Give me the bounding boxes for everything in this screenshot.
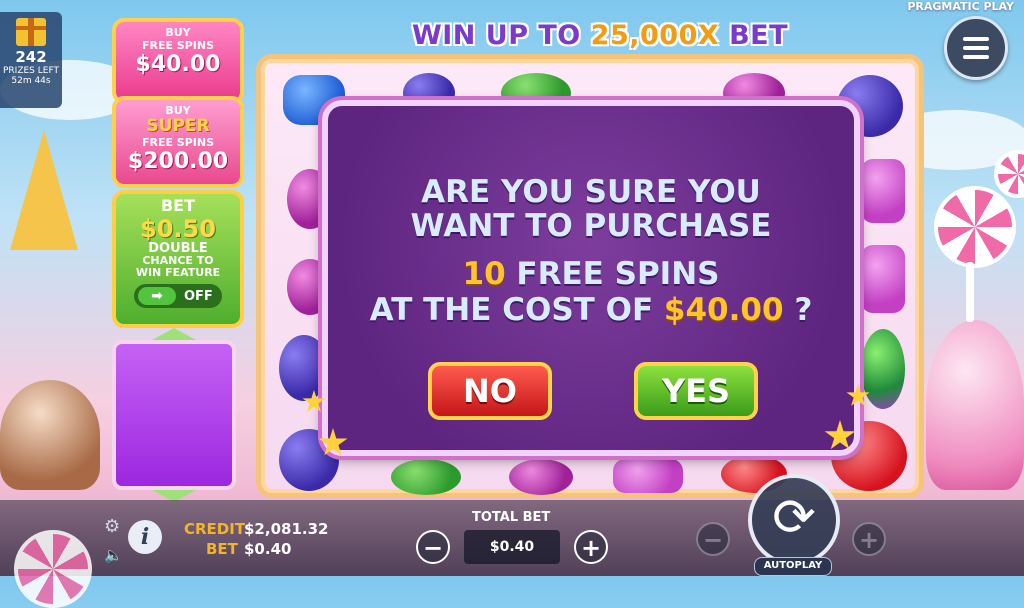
bomb-symbol (861, 329, 905, 409)
purchase-confirmation-dialog: ARE YOU SURE YOU WANT TO PURCHASE 10 FRE… (322, 100, 860, 456)
watermelon-symbol (391, 459, 461, 495)
toggle-state-label: OFF (184, 288, 213, 304)
scroll-up-arrow-icon (152, 328, 196, 340)
ante-bet-description: DOUBLE CHANCE TO WIN FEATURE (116, 242, 240, 279)
ante-bet-toggle[interactable]: ➡ OFF (134, 284, 222, 308)
buy-super-free-spins-button[interactable]: BUY SUPER FREE SPINS $200.00 (112, 96, 244, 188)
game-title-banner: WIN UP TO 25,000X BET (390, 20, 810, 54)
chocolate-decor (0, 380, 100, 490)
title-suffix: BET (719, 20, 789, 51)
side-feature-slot (112, 340, 236, 490)
ante-bet-title: BET (160, 196, 196, 215)
autoplay-decrease-button[interactable]: − (696, 522, 730, 556)
credit-value: $2,081.32 (244, 520, 329, 538)
cost-suffix: ? (783, 292, 813, 328)
dialog-question-line1: ARE YOU SURE YOU (421, 174, 761, 210)
total-bet-label: TOTAL BET (472, 510, 551, 525)
lollipop-stick-decor (966, 262, 974, 322)
super-label: SUPER (146, 116, 210, 136)
ante-bet-amount: $0.50 (140, 215, 216, 243)
purple-candy-symbol (861, 245, 905, 313)
ante-line3: WIN FEATURE (135, 266, 221, 279)
cost-prefix: AT THE COST OF (369, 292, 664, 328)
sound-speaker-icon[interactable]: 🔈 (104, 546, 123, 564)
info-button[interactable]: i (128, 520, 162, 554)
total-bet-value: $0.40 (464, 530, 560, 564)
lollipop-decor (934, 186, 1016, 268)
spins-text: FREE SPINS (505, 256, 720, 292)
title-prefix: WIN UP TO (411, 20, 591, 51)
dialog-cost-line: AT THE COST OF $40.00 ? (328, 292, 854, 328)
gift-icon (16, 18, 46, 46)
buy-free-spins-button[interactable]: BUY FREE SPINS $40.00 (112, 18, 244, 104)
prize-time-left: 52m 44s (11, 76, 51, 86)
free-spins-label: FREE SPINS (141, 136, 215, 149)
spin-button[interactable]: ⟳ (748, 474, 840, 566)
bet-value: $0.40 (244, 540, 292, 558)
decrease-bet-button[interactable]: − (416, 530, 450, 564)
autoplay-button[interactable]: AUTOPLAY (754, 557, 832, 576)
no-button[interactable]: NO (428, 362, 552, 420)
prize-count: 242 (15, 48, 47, 66)
menu-button[interactable] (944, 16, 1008, 80)
dialog-spins-line: 10 FREE SPINS (328, 256, 854, 292)
yes-button[interactable]: YES (634, 362, 758, 420)
increase-bet-button[interactable]: + (574, 530, 608, 564)
free-spins-label: FREE SPINS (141, 39, 215, 52)
buy-free-spins-price: $40.00 (135, 52, 221, 77)
purple-candy-symbol (613, 459, 683, 493)
dialog-question-line2: WANT TO PURCHASE (410, 208, 772, 244)
brand-logo: PRAGMATIC PLAY (907, 0, 1014, 13)
buy-super-free-spins-price: $200.00 (127, 149, 229, 174)
candy-decor (14, 530, 92, 608)
bet-label: BET (206, 540, 238, 558)
autoplay-increase-button[interactable]: + (852, 522, 886, 556)
ice-cream-cone-decor (10, 130, 78, 250)
cost-value: $40.00 (663, 292, 784, 328)
prize-label: PRIZES LEFT (3, 66, 59, 76)
ante-bet-panel: BET $0.50 DOUBLE CHANCE TO WIN FEATURE ➡… (112, 190, 244, 328)
credit-label: CREDIT (184, 520, 246, 538)
buy-label: BUY (165, 26, 191, 39)
settings-gear-icon[interactable]: ⚙ (104, 516, 120, 537)
purple-candy-symbol (861, 159, 905, 223)
spins-count: 10 (462, 256, 506, 292)
hamburger-icon (963, 55, 989, 59)
plum-symbol (509, 459, 573, 495)
arrow-right-icon: ➡ (138, 287, 176, 305)
hamburger-icon (963, 37, 989, 41)
hamburger-icon (963, 46, 989, 50)
cupcake-decor (926, 320, 1024, 490)
title-highlight: 25,000X (590, 20, 720, 51)
prize-drop-panel[interactable]: 242 PRIZES LEFT 52m 44s (0, 12, 62, 108)
